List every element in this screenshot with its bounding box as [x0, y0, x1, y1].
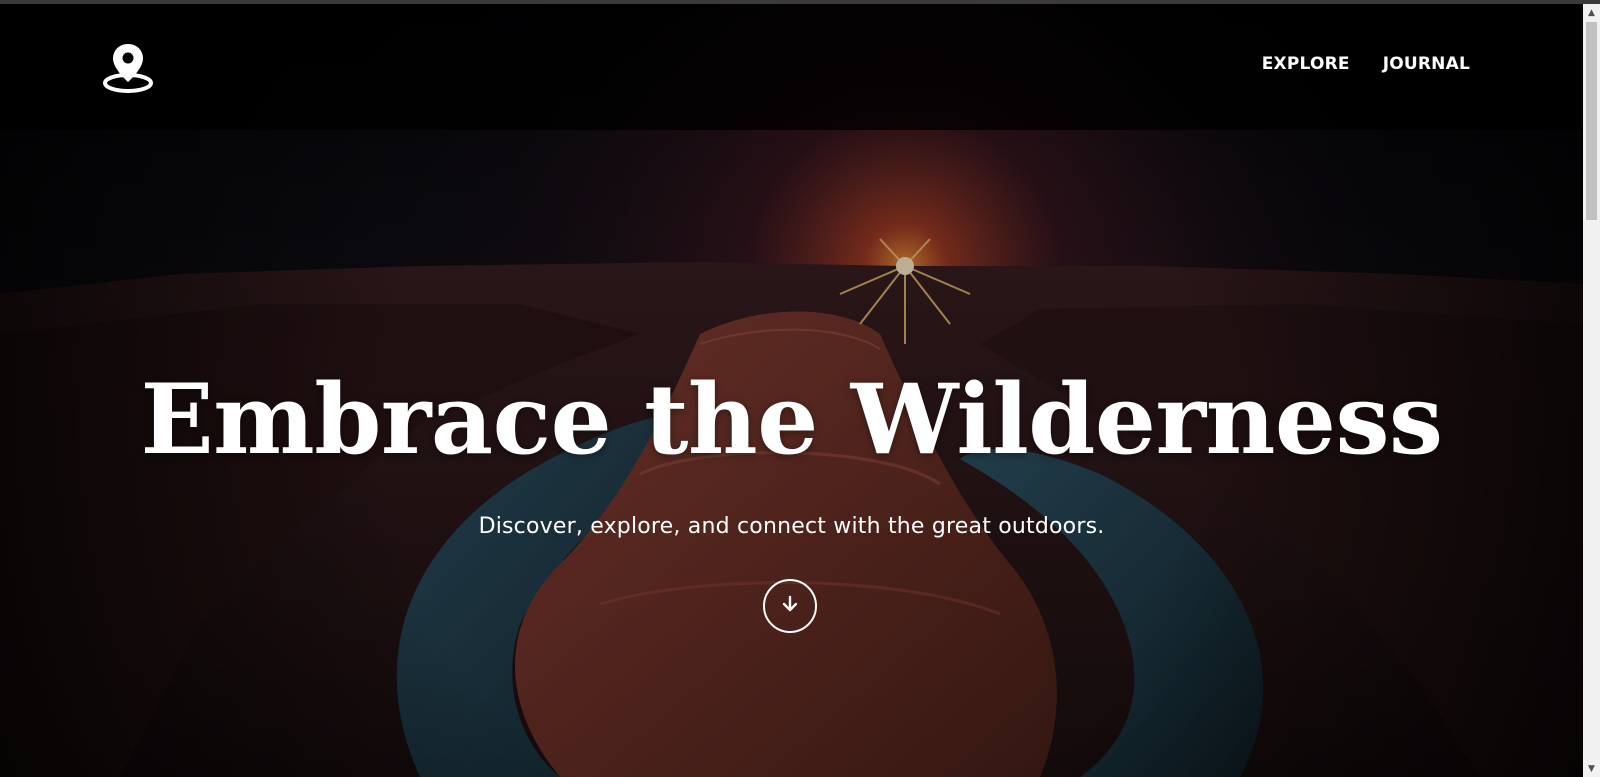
arrow-down-icon: [780, 594, 800, 619]
scrollbar-thumb[interactable]: [1586, 22, 1597, 220]
vertical-scrollbar[interactable]: ▲ ▼: [1583, 4, 1600, 777]
hero-subtitle: Discover, explore, and connect with the …: [478, 514, 1105, 539]
nav-link-journal[interactable]: JOURNAL: [1383, 54, 1470, 74]
nav-link-explore[interactable]: EXPLORE: [1262, 54, 1350, 74]
hero-title: Embrace the Wilderness: [140, 363, 1443, 476]
top-navbar: EXPLORE JOURNAL: [0, 4, 1583, 130]
nav-links: EXPLORE JOURNAL: [1262, 54, 1470, 74]
scroll-down-arrow-icon[interactable]: ▼: [1583, 760, 1600, 777]
scroll-down-button[interactable]: [763, 579, 817, 633]
scroll-up-arrow-icon[interactable]: ▲: [1583, 4, 1600, 21]
map-pin-icon[interactable]: [100, 40, 156, 96]
page-viewport: EXPLORE JOURNAL Embrace the Wilderness D…: [0, 4, 1583, 777]
